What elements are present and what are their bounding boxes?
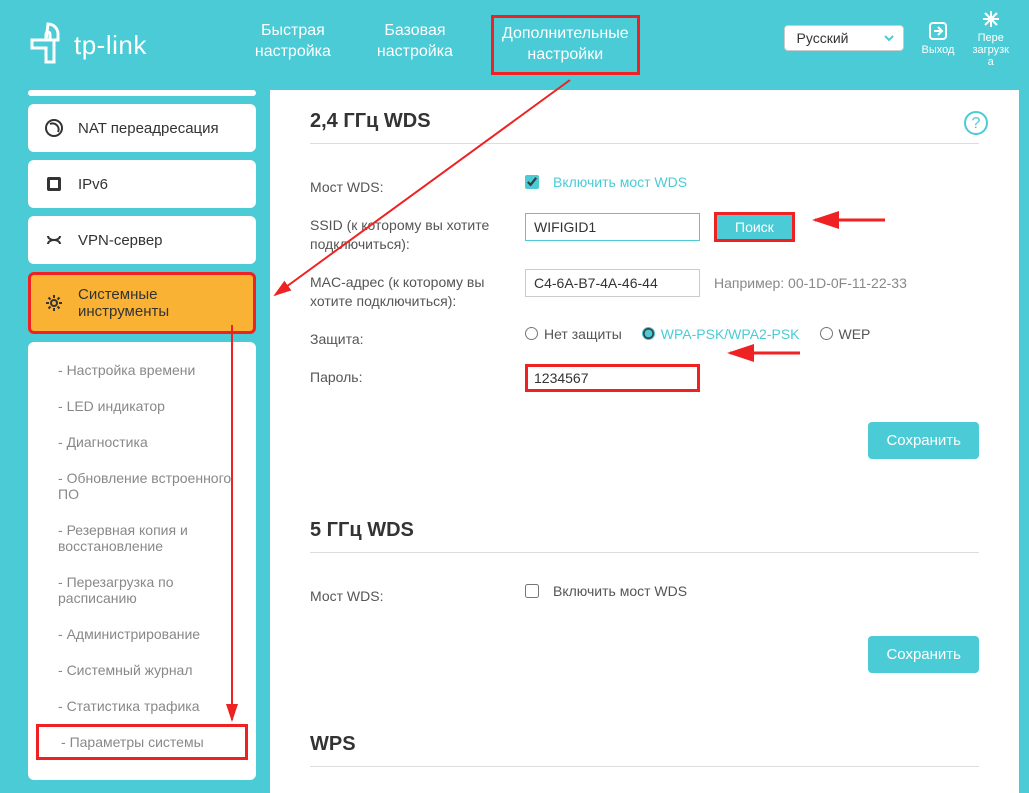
section-5ghz-title: 5 ГГц WDS bbox=[310, 519, 979, 553]
reboot-icon bbox=[980, 8, 1002, 30]
logo: tp-link bbox=[28, 20, 147, 70]
sub-traffic[interactable]: Статистика трафика bbox=[28, 688, 256, 724]
svg-text:?: ? bbox=[972, 115, 981, 132]
sidebar-item-nat[interactable]: NAT переадресация bbox=[28, 104, 256, 152]
logout-icon bbox=[927, 20, 949, 42]
label-mac: MAC-адрес (к которому вы хотите подключи… bbox=[310, 269, 525, 312]
reboot-button[interactable]: Пере загрузк а bbox=[972, 8, 1009, 68]
sidebar: NAT переадресация IPv6 VPN-сервер Систем… bbox=[28, 90, 256, 780]
input-mac[interactable] bbox=[525, 269, 700, 297]
help-icon[interactable]: ? bbox=[963, 110, 989, 136]
radio-wep[interactable]: WEP bbox=[820, 326, 871, 342]
top-tabs: Быстрая настройка Базовая настройка Допо… bbox=[247, 15, 640, 75]
radio-none[interactable]: Нет защиты bbox=[525, 326, 622, 342]
save-button-5[interactable]: Сохранить bbox=[868, 636, 979, 673]
language-select[interactable]: Русский bbox=[784, 25, 904, 51]
chk-bridge-5-text: Включить мост WDS bbox=[553, 583, 687, 599]
label-password: Пароль: bbox=[310, 364, 525, 388]
header: tp-link Быстрая настройка Базовая настро… bbox=[0, 0, 1029, 90]
input-ssid[interactable] bbox=[525, 213, 700, 241]
save-button-24[interactable]: Сохранить bbox=[868, 422, 979, 459]
main-panel: ? 2,4 ГГц WDS Мост WDS: Включить мост WD… bbox=[270, 90, 1019, 793]
header-right: Русский Выход Пере загрузк а bbox=[784, 8, 1009, 68]
sidebar-item-vpn[interactable]: VPN-сервер bbox=[28, 216, 256, 264]
gear-icon bbox=[44, 293, 64, 313]
sub-time[interactable]: Настройка времени bbox=[28, 352, 256, 388]
section-wps-title: WPS bbox=[310, 733, 979, 767]
sub-reboot-sched[interactable]: Перезагрузка по расписанию bbox=[28, 564, 256, 616]
search-button[interactable]: Поиск bbox=[714, 212, 795, 242]
chk-bridge-24-text: Включить мост WDS bbox=[553, 174, 687, 190]
logout-button[interactable]: Выход bbox=[922, 20, 955, 56]
tplink-logo-icon bbox=[28, 20, 68, 70]
label-bridge-5: Мост WDS: bbox=[310, 583, 525, 607]
sidebar-item-prev[interactable] bbox=[28, 90, 256, 96]
nat-icon bbox=[44, 118, 64, 138]
sub-diag[interactable]: Диагностика bbox=[28, 424, 256, 460]
vpn-icon bbox=[44, 230, 64, 250]
input-password[interactable] bbox=[525, 364, 700, 392]
label-security: Защита: bbox=[310, 326, 525, 350]
sub-system-params[interactable]: Параметры системы bbox=[36, 724, 248, 760]
radio-wpa[interactable]: WPA-PSK/WPA2-PSK bbox=[642, 326, 800, 342]
sidebar-item-ipv6[interactable]: IPv6 bbox=[28, 160, 256, 208]
tab-advanced[interactable]: Дополнительные настройки bbox=[491, 15, 640, 75]
ipv6-icon bbox=[44, 174, 64, 194]
label-ssid: SSID (к которому вы хотите подключиться)… bbox=[310, 212, 525, 255]
chevron-down-icon bbox=[883, 32, 895, 44]
tab-basic[interactable]: Базовая настройка bbox=[369, 15, 461, 75]
sidebar-item-system-tools[interactable]: Системные инструменты bbox=[28, 272, 256, 334]
section-24ghz-title: 2,4 ГГц WDS bbox=[310, 110, 979, 144]
sub-backup[interactable]: Резервная копия и восстановление bbox=[28, 512, 256, 564]
sidebar-sublist: Настройка времени LED индикатор Диагност… bbox=[28, 342, 256, 780]
sub-syslog[interactable]: Системный журнал bbox=[28, 652, 256, 688]
sub-firmware[interactable]: Обновление встроенного ПО bbox=[28, 460, 256, 512]
sub-admin[interactable]: Администрирование bbox=[28, 616, 256, 652]
chk-bridge-5[interactable] bbox=[525, 584, 539, 598]
tab-quick-setup[interactable]: Быстрая настройка bbox=[247, 15, 339, 75]
sub-led[interactable]: LED индикатор bbox=[28, 388, 256, 424]
chk-bridge-24[interactable] bbox=[525, 175, 539, 189]
brand-text: tp-link bbox=[74, 30, 147, 61]
label-bridge-24: Мост WDS: bbox=[310, 174, 525, 198]
mac-hint: Например: 00-1D-0F-11-22-33 bbox=[714, 275, 907, 291]
